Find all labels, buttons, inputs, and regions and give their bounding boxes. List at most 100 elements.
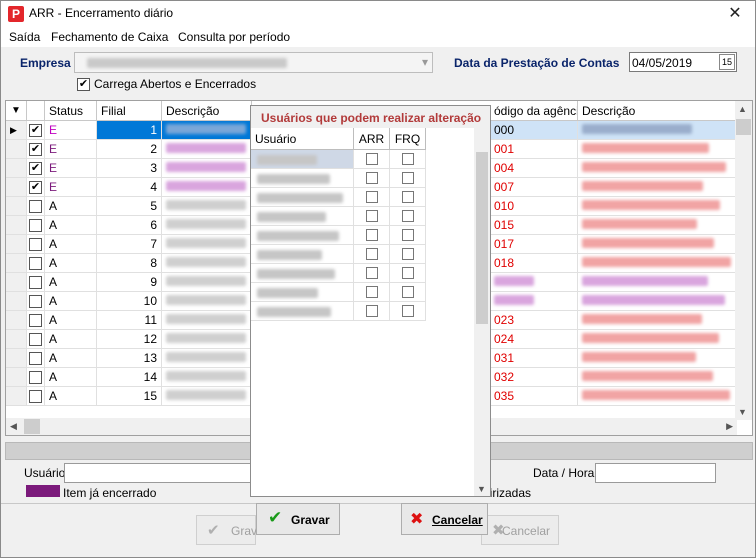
descricao-cell	[162, 273, 252, 292]
list-item[interactable]	[251, 188, 426, 207]
status-cell: E	[45, 121, 97, 140]
redacted-text	[257, 250, 322, 260]
frq-checkbox[interactable]	[402, 153, 414, 165]
row-checkbox[interactable]	[29, 257, 42, 270]
header-codigo-agencia[interactable]: ódigo da agência	[490, 101, 578, 121]
row-checkbox[interactable]	[29, 371, 42, 384]
scroll-right-icon[interactable]: ▶	[726, 421, 733, 432]
arr-checkbox[interactable]	[366, 210, 378, 222]
list-item[interactable]	[251, 245, 426, 264]
descricao-cell	[162, 178, 252, 197]
scroll-thumb[interactable]	[736, 119, 751, 135]
row-checkbox-cell[interactable]	[27, 273, 45, 292]
row-checkbox[interactable]: ✔	[29, 181, 42, 194]
grid-menu-icon[interactable]: ▼	[6, 101, 27, 121]
row-checkbox[interactable]	[29, 390, 42, 403]
arr-checkbox[interactable]	[366, 248, 378, 260]
list-item[interactable]	[251, 226, 426, 245]
row-checkbox[interactable]	[29, 219, 42, 232]
scroll-left-icon[interactable]: ◀	[10, 421, 17, 432]
list-item[interactable]	[251, 150, 426, 169]
header-descricao-agencia[interactable]: Descrição	[578, 101, 737, 121]
arr-checkbox[interactable]	[366, 267, 378, 279]
row-checkbox-cell[interactable]	[27, 330, 45, 349]
frq-checkbox[interactable]	[402, 172, 414, 184]
arr-checkbox[interactable]	[366, 191, 378, 203]
carrega-checkbox[interactable]: ✔	[77, 78, 90, 91]
empresa-combo[interactable]: ▾	[74, 52, 433, 73]
row-checkbox[interactable]	[29, 200, 42, 213]
menu-saida[interactable]: Saída	[9, 30, 40, 44]
row-checkbox-cell[interactable]: ✔	[27, 159, 45, 178]
usuario-field[interactable]	[64, 463, 254, 483]
arr-checkbox[interactable]	[366, 305, 378, 317]
row-checkbox[interactable]	[29, 333, 42, 346]
filial-cell: 4	[97, 178, 162, 197]
scroll-down-icon[interactable]: ▼	[738, 407, 747, 417]
calendar-icon[interactable]: 15	[719, 54, 735, 70]
list-item[interactable]	[251, 207, 426, 226]
frq-checkbox[interactable]	[402, 286, 414, 298]
arr-checkbox[interactable]	[366, 153, 378, 165]
frq-checkbox[interactable]	[402, 267, 414, 279]
close-icon[interactable]: ✕	[721, 3, 749, 25]
popup-header-frq[interactable]: FRQ	[390, 128, 426, 150]
row-checkbox[interactable]: ✔	[29, 162, 42, 175]
list-item[interactable]	[251, 264, 426, 283]
arr-checkbox[interactable]	[366, 172, 378, 184]
row-checkbox[interactable]	[29, 295, 42, 308]
redacted-text	[166, 124, 246, 134]
list-item[interactable]	[251, 169, 426, 188]
row-checkbox[interactable]	[29, 352, 42, 365]
menu-consulta-periodo[interactable]: Consulta por período	[178, 30, 290, 44]
popup-header-usuario[interactable]: Usuário	[251, 128, 354, 150]
header-descricao[interactable]: Descrição	[162, 101, 252, 121]
row-checkbox-cell[interactable]	[27, 368, 45, 387]
redacted-text	[257, 155, 317, 165]
row-checkbox-cell[interactable]: ✔	[27, 121, 45, 140]
arr-checkbox[interactable]	[366, 229, 378, 241]
row-checkbox-cell[interactable]	[27, 387, 45, 406]
descricao-agencia-cell	[578, 197, 737, 216]
menu-fechamento-caixa[interactable]: Fechamento de Caixa	[51, 30, 168, 44]
data-hora-field[interactable]	[595, 463, 716, 483]
row-checkbox-cell[interactable]	[27, 197, 45, 216]
scroll-up-icon[interactable]: ▲	[738, 104, 747, 114]
row-checkbox-cell[interactable]	[27, 216, 45, 235]
list-item[interactable]	[251, 302, 426, 321]
popup-scroll-down-icon[interactable]: ▼	[477, 484, 486, 494]
row-checkbox[interactable]: ✔	[29, 143, 42, 156]
grid-vertical-scrollbar[interactable]: ▲ ▼	[735, 101, 752, 420]
row-checkbox-cell[interactable]: ✔	[27, 178, 45, 197]
row-checkbox-cell[interactable]	[27, 311, 45, 330]
chevron-down-icon[interactable]: ▾	[422, 55, 428, 69]
row-checkbox-cell[interactable]	[27, 235, 45, 254]
popup-cancelar-button[interactable]: ✖ Cancelar	[401, 503, 488, 535]
row-checkbox[interactable]	[29, 276, 42, 289]
row-checkbox-cell[interactable]: ✔	[27, 140, 45, 159]
header-filial[interactable]: Filial	[97, 101, 162, 121]
popup-header-arr[interactable]: ARR	[354, 128, 390, 150]
frq-checkbox[interactable]	[402, 191, 414, 203]
frq-checkbox[interactable]	[402, 229, 414, 241]
popup-scroll-thumb[interactable]	[476, 152, 488, 324]
popup-gravar-button[interactable]: ✔ Gravar	[256, 503, 340, 535]
redacted-text	[257, 269, 335, 279]
frq-checkbox[interactable]	[402, 248, 414, 260]
header-status[interactable]: Status	[45, 101, 97, 121]
arr-checkbox[interactable]	[366, 286, 378, 298]
row-checkbox-cell[interactable]	[27, 254, 45, 273]
frq-checkbox[interactable]	[402, 210, 414, 222]
popup-vertical-scrollbar[interactable]: ▼	[474, 128, 490, 496]
row-checkbox[interactable]: ✔	[29, 124, 42, 137]
list-item[interactable]	[251, 283, 426, 302]
row-checkbox[interactable]	[29, 314, 42, 327]
data-prestacao-field[interactable]: 04/05/2019 15	[629, 52, 737, 72]
title-bar: P ARR - Encerramento diário ✕	[1, 1, 755, 27]
row-checkbox-cell[interactable]	[27, 349, 45, 368]
frq-checkbox[interactable]	[402, 305, 414, 317]
row-checkbox[interactable]	[29, 238, 42, 251]
status-cell: E	[45, 159, 97, 178]
h-scroll-thumb[interactable]	[24, 419, 40, 434]
row-checkbox-cell[interactable]	[27, 292, 45, 311]
